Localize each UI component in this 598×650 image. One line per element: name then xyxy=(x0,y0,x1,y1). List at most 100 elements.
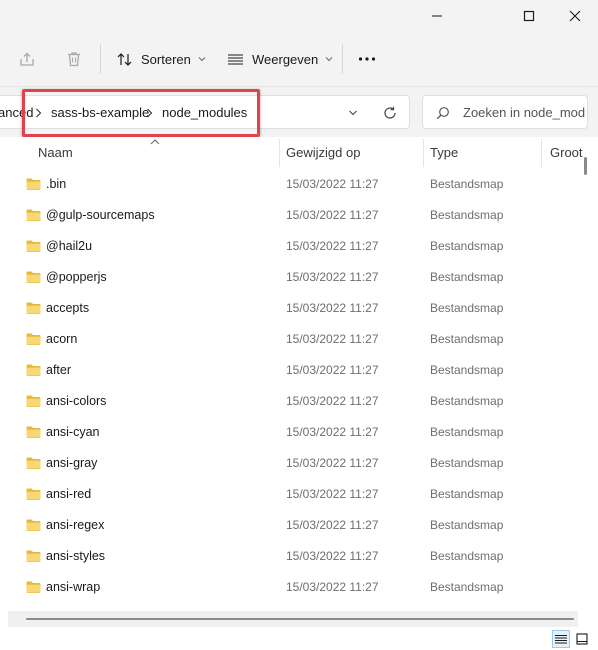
folder-icon xyxy=(26,519,41,531)
close-icon xyxy=(569,10,581,22)
file-type: Bestandsmap xyxy=(430,425,504,439)
refresh-icon xyxy=(384,106,396,119)
chevron-down-icon xyxy=(198,57,206,62)
maximize-button[interactable] xyxy=(506,0,552,32)
file-date: 15/03/2022 11:27 xyxy=(286,425,379,439)
file-type: Bestandsmap xyxy=(430,332,504,346)
search-placeholder: Zoeken in node_mod... xyxy=(463,105,585,120)
file-name: @hail2u xyxy=(46,239,93,253)
sort-button[interactable]: Sorteren xyxy=(116,45,206,73)
file-type: Bestandsmap xyxy=(430,208,504,222)
file-name: ansi-gray xyxy=(46,456,98,470)
folder-icon xyxy=(26,488,41,500)
file-row[interactable]: accepts 15/03/2022 11:27 Bestandsmap xyxy=(8,293,578,324)
column-divider[interactable] xyxy=(423,139,424,167)
status-bar xyxy=(0,627,598,650)
file-date: 15/03/2022 11:27 xyxy=(286,518,379,532)
view-button[interactable]: Weergeven xyxy=(227,45,333,73)
close-button[interactable] xyxy=(552,0,598,32)
file-row[interactable]: .bin 15/03/2022 11:27 Bestandsmap xyxy=(8,169,578,200)
file-row[interactable]: ansi-gray 15/03/2022 11:27 Bestandsmap xyxy=(8,448,578,479)
file-name: ansi-colors xyxy=(46,394,107,408)
address-history-button[interactable] xyxy=(344,104,362,122)
details-view-icon xyxy=(555,635,567,644)
folder-icon xyxy=(26,364,41,376)
file-date: 15/03/2022 11:27 xyxy=(286,487,379,501)
file-type: Bestandsmap xyxy=(430,580,504,594)
file-name: @gulp-sourcemaps xyxy=(46,208,155,222)
sort-label: Sorteren xyxy=(141,51,191,67)
details-view-button[interactable] xyxy=(552,630,570,648)
file-name: accepts xyxy=(46,301,90,315)
column-header-size[interactable]: Groot xyxy=(550,137,583,169)
column-header-type[interactable]: Type xyxy=(430,137,458,169)
minimize-button[interactable] xyxy=(414,0,460,32)
file-row[interactable]: ansi-colors 15/03/2022 11:27 Bestandsmap xyxy=(8,386,578,417)
file-name: ansi-styles xyxy=(46,549,106,563)
file-date: 15/03/2022 11:27 xyxy=(286,363,379,377)
file-row[interactable]: ansi-wrap 15/03/2022 11:27 Bestandsmap xyxy=(8,572,578,603)
vertical-scrollbar[interactable] xyxy=(584,157,587,175)
sort-ascending-icon xyxy=(150,139,160,145)
file-name: after xyxy=(46,363,72,377)
file-row[interactable]: ansi-styles 15/03/2022 11:27 Bestandsmap xyxy=(8,541,578,572)
folder-icon xyxy=(26,457,41,469)
file-row[interactable]: acorn 15/03/2022 11:27 Bestandsmap xyxy=(8,324,578,355)
chevron-down-icon xyxy=(325,57,333,62)
file-date: 15/03/2022 11:27 xyxy=(286,301,379,315)
large-icons-view-button[interactable] xyxy=(573,630,591,648)
trash-icon xyxy=(68,52,80,67)
folder-icon xyxy=(26,178,41,190)
file-date: 15/03/2022 11:27 xyxy=(286,270,379,284)
file-row[interactable]: @popperjs 15/03/2022 11:27 Bestandsmap xyxy=(8,262,578,293)
folder-icon xyxy=(26,550,41,562)
file-name: @popperjs xyxy=(46,270,107,284)
file-row[interactable]: @hail2u 15/03/2022 11:27 Bestandsmap xyxy=(8,231,578,262)
view-label: Weergeven xyxy=(252,51,319,67)
folder-icon xyxy=(26,581,41,593)
file-row[interactable]: after 15/03/2022 11:27 Bestandsmap xyxy=(8,355,578,386)
maximize-icon xyxy=(523,10,535,22)
file-type: Bestandsmap xyxy=(430,518,504,532)
folder-icon xyxy=(26,395,41,407)
more-options-button[interactable] xyxy=(354,46,380,72)
column-header-modified[interactable]: Gewijzigd op xyxy=(286,137,360,169)
file-row[interactable]: ansi-red 15/03/2022 11:27 Bestandsmap xyxy=(8,479,578,510)
column-header-name[interactable]: Naam xyxy=(38,137,73,169)
file-row[interactable]: @gulp-sourcemaps 15/03/2022 11:27 Bestands… xyxy=(8,200,578,231)
folder-icon xyxy=(26,426,41,438)
file-type: Bestandsmap xyxy=(430,487,504,501)
column-divider[interactable] xyxy=(279,139,280,167)
file-type: Bestandsmap xyxy=(430,301,504,315)
file-type: Bestandsmap xyxy=(430,239,504,253)
command-bar: Sorteren Weergeven xyxy=(0,32,598,87)
share-button[interactable] xyxy=(14,46,40,72)
file-row[interactable]: ansi-cyan 15/03/2022 11:27 Bestandsmap xyxy=(8,417,578,448)
chevron-down-icon xyxy=(349,110,357,116)
search-box[interactable]: Zoeken in node_mod... xyxy=(422,95,588,129)
file-type: Bestandsmap xyxy=(430,270,504,284)
file-list: Naam Gewijzigd op Type Groot .bin 15/03/2… xyxy=(0,137,598,650)
refresh-button[interactable] xyxy=(381,104,399,122)
view-list-icon xyxy=(228,54,243,64)
file-name: ansi-cyan xyxy=(46,425,100,439)
title-bar xyxy=(0,0,598,32)
folder-icon xyxy=(26,209,41,221)
file-date: 15/03/2022 11:27 xyxy=(286,332,379,346)
delete-button[interactable] xyxy=(61,46,87,72)
folder-icon xyxy=(26,240,41,252)
file-date: 15/03/2022 11:27 xyxy=(286,580,379,594)
horizontal-scrollbar[interactable] xyxy=(8,611,578,627)
file-date: 15/03/2022 11:27 xyxy=(286,456,379,470)
folder-icon xyxy=(26,271,41,283)
file-date: 15/03/2022 11:27 xyxy=(286,177,379,191)
file-type: Bestandsmap xyxy=(430,456,504,470)
file-row[interactable]: ansi-regex 15/03/2022 11:27 Bestandsmap xyxy=(8,510,578,541)
folder-icon xyxy=(26,302,41,314)
file-name: ansi-regex xyxy=(46,518,105,532)
file-type: Bestandsmap xyxy=(430,363,504,377)
horizontal-scrollbar-thumb[interactable] xyxy=(26,618,574,620)
column-divider[interactable] xyxy=(541,139,542,167)
toolbar-divider xyxy=(100,44,101,74)
file-type: Bestandsmap xyxy=(430,177,504,191)
